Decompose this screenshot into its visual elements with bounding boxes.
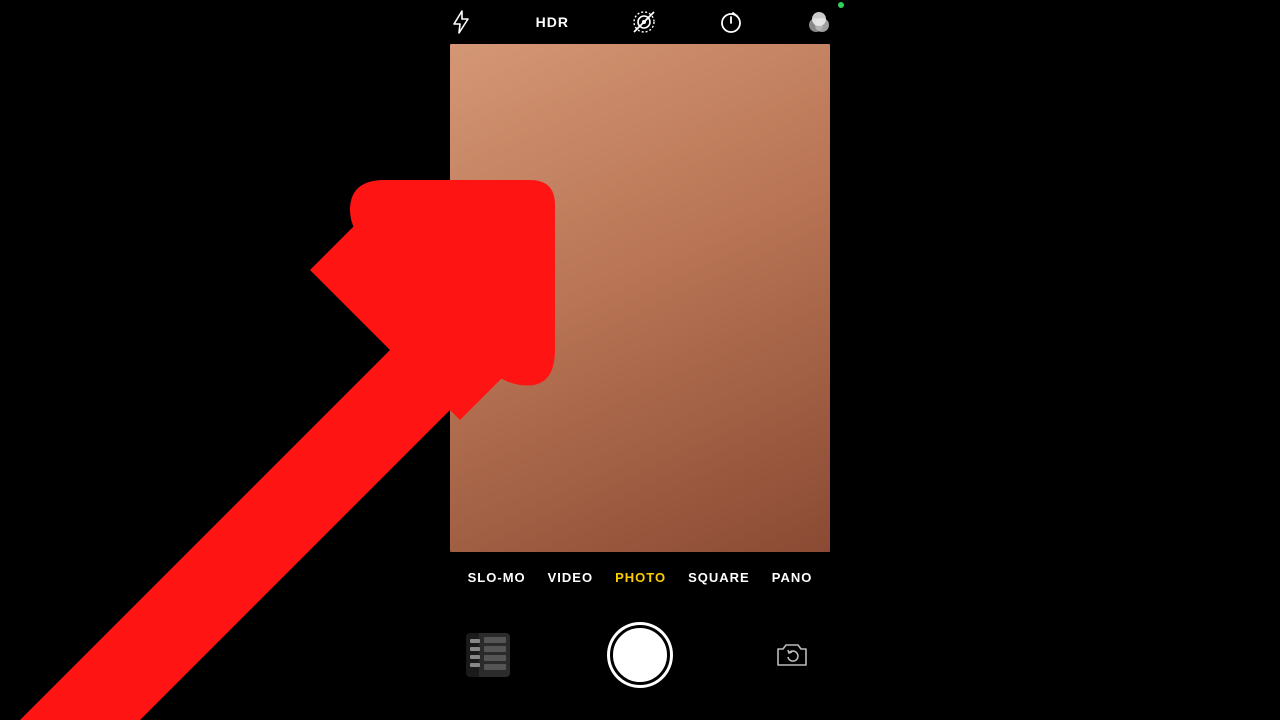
timer-icon[interactable] [718, 9, 744, 35]
camera-bottom-controls [430, 600, 850, 710]
live-photo-off-icon[interactable] [631, 9, 657, 35]
camera-mode-selector[interactable]: SLO-MO VIDEO PHOTO SQUARE PANO [430, 560, 850, 594]
flash-icon[interactable] [448, 9, 474, 35]
camera-top-toolbar: HDR [430, 0, 850, 44]
camera-viewfinder[interactable] [450, 44, 830, 552]
mode-pano[interactable]: PANO [772, 570, 813, 585]
hdr-button[interactable]: HDR [536, 14, 569, 30]
mode-square[interactable]: SQUARE [688, 570, 750, 585]
screenshot-stage: HDR [0, 0, 1280, 720]
mode-photo[interactable]: PHOTO [615, 570, 666, 585]
mode-video[interactable]: VIDEO [548, 570, 593, 585]
last-photo-thumbnail[interactable] [466, 633, 510, 677]
switch-camera-button[interactable] [770, 633, 814, 677]
mode-slo-mo[interactable]: SLO-MO [468, 570, 526, 585]
shutter-button[interactable] [607, 622, 673, 688]
camera-app-frame: HDR [430, 0, 850, 720]
filters-icon[interactable] [806, 9, 832, 35]
